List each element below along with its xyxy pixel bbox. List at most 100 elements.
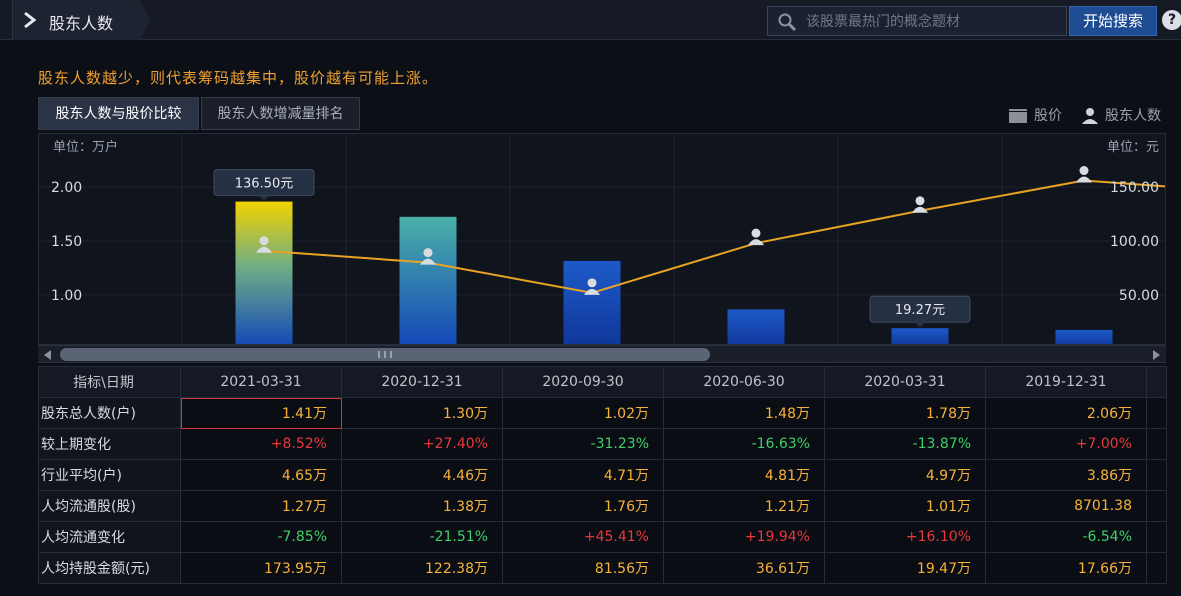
- legend-price-label: 股价: [1034, 108, 1062, 124]
- table-cell: 4.65万: [180, 459, 342, 491]
- price-bar[interactable]: [727, 309, 785, 345]
- tab-holders-ranking[interactable]: 股东人数增减量排名: [201, 97, 360, 130]
- table-cell: 1.01万: [824, 490, 986, 522]
- table-cell: 4.71万: [502, 459, 664, 491]
- left-tick-label: 2.00: [51, 180, 82, 196]
- table-header-cell: 指标\日期: [38, 366, 181, 398]
- left-unit-label: 单位：万户: [53, 139, 118, 155]
- table-cell: 4.97万: [824, 459, 986, 491]
- right-tick-label: 100.00: [1110, 234, 1159, 250]
- search-button[interactable]: 开始搜索: [1069, 6, 1157, 36]
- holders-table: 指标\日期 2021-03-31 2020-12-31 2020-09-30 2020-…: [38, 366, 1167, 584]
- chart-svg: 单位：万户 单位：元 2.00 1.50 1.00 150.00 100.00 50.00 13…: [39, 134, 1165, 345]
- table-row: 行业平均(户) 4.65万 4.46万 4.71万 4.81万 4.97万 3.86万: [38, 459, 1167, 491]
- notice-text: 股东人数越少，则代表筹码越集中，股价越有可能上涨。: [38, 69, 439, 87]
- price-tooltip: 19.27元: [869, 295, 971, 328]
- table-cell: 1.38万: [341, 490, 503, 522]
- right-unit-label: 单位：元: [1107, 140, 1159, 155]
- table-cell: 1.27万: [180, 490, 342, 522]
- table-cell: 1.78万: [824, 397, 986, 429]
- left-tick-label: 1.50: [51, 234, 82, 250]
- table-row: 人均流通变化 -7.85% -21.51% +45.41% +19.94% +16.10%…: [38, 521, 1167, 553]
- table-cell: 1.30万: [341, 397, 503, 429]
- table-row: 人均持股金额(元) 173.95万 122.38万 81.56万 36.61万 19.47…: [38, 552, 1167, 584]
- scroll-right-arrow-icon[interactable]: [1153, 350, 1160, 360]
- row-label: 人均持股金额(元): [38, 552, 181, 584]
- table-cell: 4.46万: [341, 459, 503, 491]
- legend-price: 股价: [1008, 105, 1062, 125]
- scroll-thumb[interactable]: [60, 348, 710, 361]
- price-bar[interactable]: [563, 260, 621, 345]
- price-bar[interactable]: [399, 216, 457, 345]
- table-cell: 1.02万: [502, 397, 664, 429]
- chart-scrollbar[interactable]: [38, 345, 1166, 363]
- table-row-filler: [1146, 521, 1167, 553]
- right-tick-label: 150.00: [1110, 180, 1159, 196]
- price-tooltip: 136.50元: [213, 169, 315, 201]
- table-cell: -13.87%: [824, 428, 986, 460]
- table-row-filler: [1146, 428, 1167, 460]
- table-header-cell[interactable]: 2019-12-31: [985, 366, 1147, 398]
- table-cell: +8.52%: [180, 428, 342, 460]
- table-cell: 3.86万: [985, 459, 1147, 491]
- table-row-filler: [1146, 552, 1167, 584]
- table-cell: +7.00%: [985, 428, 1147, 460]
- person-legend-icon: [1082, 108, 1098, 124]
- table-cell: -7.85%: [180, 521, 342, 553]
- table-cell: 173.95万: [180, 552, 342, 584]
- search-box[interactable]: [767, 6, 1067, 36]
- table-row-filler: [1146, 459, 1167, 491]
- table-cell: 19.47万: [824, 552, 986, 584]
- price-bar[interactable]: [891, 328, 949, 345]
- table-cell: 1.41万: [180, 397, 342, 429]
- help-icon[interactable]: ?: [1162, 10, 1181, 30]
- table-cell: 17.66万: [985, 552, 1147, 584]
- scroll-left-arrow-icon[interactable]: [44, 350, 51, 360]
- table-cell: 4.81万: [663, 459, 825, 491]
- row-label: 人均流通股(股): [38, 490, 181, 522]
- table-cell: 1.21万: [663, 490, 825, 522]
- table-cell: +19.94%: [663, 521, 825, 553]
- legend-holders-label: 股东人数: [1105, 108, 1161, 124]
- table-row-filler: [1146, 397, 1167, 429]
- search-input[interactable]: [804, 11, 1059, 33]
- person-marker-icon[interactable]: [912, 196, 928, 213]
- grip-icon: [378, 351, 392, 358]
- table-cell: +45.41%: [502, 521, 664, 553]
- person-marker-icon[interactable]: [1076, 166, 1092, 183]
- holders-line: [263, 179, 1165, 294]
- table-cell: -16.63%: [663, 428, 825, 460]
- table-cell: 122.38万: [341, 552, 503, 584]
- row-label: 行业平均(户): [38, 459, 181, 491]
- left-tick-label: 1.00: [51, 288, 82, 304]
- tooltip-text: 136.50元: [235, 177, 294, 192]
- table-header-cell[interactable]: 2020-12-31: [341, 366, 503, 398]
- row-label: 股东总人数(户): [38, 397, 181, 429]
- chevron-right-icon: [24, 11, 37, 29]
- table-cell: -31.23%: [502, 428, 664, 460]
- right-tick-label: 50.00: [1119, 288, 1159, 304]
- table-header-cell[interactable]: 2021-03-31: [180, 366, 342, 398]
- tab-holders-vs-price[interactable]: 股东人数与股价比较: [38, 97, 199, 130]
- row-label: 较上期变化: [38, 428, 181, 460]
- table-cell: -6.54%: [985, 521, 1147, 553]
- table-header-cell[interactable]: 2020-03-31: [824, 366, 986, 398]
- table-row: 人均流通股(股) 1.27万 1.38万 1.76万 1.21万 1.01万 8701.38: [38, 490, 1167, 522]
- table-header-cell[interactable]: 2020-09-30: [502, 366, 664, 398]
- person-marker-icon[interactable]: [748, 228, 764, 246]
- section-title-tab[interactable]: 股东人数: [12, 0, 150, 40]
- row-label: 人均流通变化: [38, 521, 181, 553]
- top-bar: 股东人数 开始搜索 ?: [0, 0, 1181, 40]
- table-cell: 8701.38: [985, 490, 1147, 522]
- tooltip-text: 19.27元: [895, 303, 945, 318]
- table-header-cell[interactable]: 2020-06-30: [663, 366, 825, 398]
- table-header-row: 指标\日期 2021-03-31 2020-12-31 2020-09-30 2020-…: [38, 366, 1167, 398]
- price-bar[interactable]: [235, 201, 293, 345]
- table-cell: 2.06万: [985, 397, 1147, 429]
- table-cell: 1.48万: [663, 397, 825, 429]
- table-row: 较上期变化 +8.52% +27.40% -31.23% -16.63% -13.87% +…: [38, 428, 1167, 460]
- holders-price-chart: 单位：万户 单位：元 2.00 1.50 1.00 150.00 100.00 50.00 13…: [38, 133, 1166, 345]
- table-header-filler: [1146, 366, 1167, 398]
- price-legend-icon: [1009, 109, 1027, 123]
- price-bar[interactable]: [1055, 329, 1113, 345]
